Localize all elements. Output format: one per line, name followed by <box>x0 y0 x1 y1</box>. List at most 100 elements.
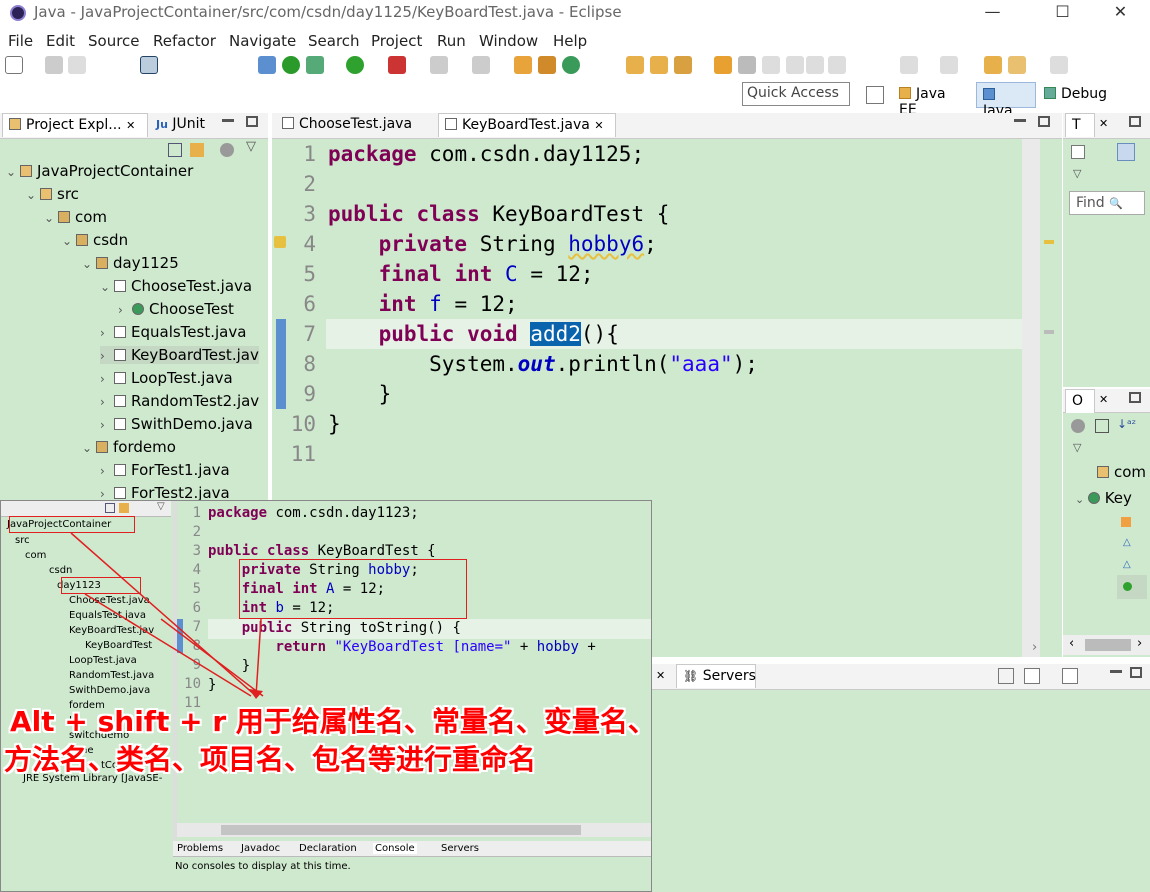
tab-choosetest[interactable]: ChooseTest.java <box>276 113 434 137</box>
tree-item[interactable]: › ForTest1.java <box>100 461 230 479</box>
view-menu-icon[interactable] <box>220 143 234 157</box>
minimize-icon[interactable] <box>222 119 234 122</box>
menu-navigate[interactable]: Navigate <box>229 32 296 50</box>
collapse-all-icon[interactable] <box>168 143 182 157</box>
close-icon[interactable]: ✕ <box>1099 393 1108 406</box>
menu-refactor[interactable]: Refactor <box>153 32 216 50</box>
minimize-button[interactable]: — <box>970 0 1015 28</box>
minimize-icon[interactable] <box>1014 119 1026 122</box>
chevron-right-icon[interactable]: › <box>100 418 114 432</box>
outline-item-package[interactable]: com <box>1097 463 1146 481</box>
tab-junit[interactable]: Ju JUnit <box>150 113 211 137</box>
tree-item[interactable]: › KeyBoardTest.jav <box>100 346 259 364</box>
chevron-right-icon[interactable]: › <box>100 372 114 386</box>
show-whitespace-icon[interactable] <box>806 56 824 74</box>
menu-source[interactable]: Source <box>88 32 140 50</box>
tab-type-hierarchy[interactable]: T <box>1065 113 1095 137</box>
maximize-button[interactable]: ☐ <box>1040 0 1085 28</box>
scroll-thumb[interactable] <box>1085 639 1131 651</box>
new-icon[interactable] <box>5 56 23 74</box>
skip-breakpoints-icon[interactable] <box>258 56 276 74</box>
menu-help[interactable]: Help <box>553 32 587 50</box>
coverage-icon[interactable] <box>388 56 406 74</box>
tree-item[interactable]: ⌄ com <box>44 208 107 226</box>
block-selection-icon[interactable] <box>786 56 804 74</box>
outline-selected-method[interactable] <box>1117 575 1147 599</box>
tree-item[interactable]: › RandomTest2.jav <box>100 392 259 410</box>
scroll-right-icon[interactable]: › <box>1032 640 1037 655</box>
close-icon[interactable]: ✕ <box>594 119 603 132</box>
maximize-icon[interactable] <box>1129 116 1141 127</box>
chevron-down-icon[interactable]: ⌄ <box>100 280 114 294</box>
menu-search[interactable]: Search <box>308 32 360 50</box>
tab-project-explorer[interactable]: Project Expl... ✕ <box>2 113 148 137</box>
new-class-icon[interactable] <box>562 56 580 74</box>
chevron-right-icon[interactable]: › <box>100 349 114 363</box>
chevron-down-icon[interactable]: ▽ <box>1073 441 1081 454</box>
next-annotation-icon[interactable] <box>900 56 918 74</box>
close-icon[interactable]: ✕ <box>656 669 665 682</box>
stop-icon[interactable] <box>430 56 448 74</box>
perspective-debug[interactable]: Debug <box>1038 82 1128 108</box>
tree-item[interactable]: ⌄ fordemo <box>82 438 176 456</box>
open-task-icon[interactable] <box>650 56 668 74</box>
chevron-down-icon[interactable]: ▽ <box>1073 167 1081 180</box>
maximize-icon[interactable] <box>1129 392 1141 403</box>
disconnect-icon[interactable] <box>472 56 490 74</box>
chevron-down-icon[interactable]: ⌄ <box>26 188 40 202</box>
scroll-right-icon[interactable]: › <box>1137 636 1142 651</box>
tree-item[interactable]: › SwithDemo.java <box>100 415 253 433</box>
back-icon[interactable] <box>1008 56 1026 74</box>
run-icon[interactable] <box>346 56 364 74</box>
menu-file[interactable]: File <box>8 32 33 50</box>
tab-keyboardtest[interactable]: KeyBoardTest.java ✕ <box>438 113 616 137</box>
tree-item[interactable]: ⌄ csdn <box>62 231 128 249</box>
close-button[interactable]: ✕ <box>1098 0 1143 28</box>
chevron-right-icon[interactable]: › <box>118 303 132 317</box>
maximize-icon[interactable] <box>1038 116 1050 127</box>
formatting-icon[interactable] <box>828 56 846 74</box>
scroll-left-icon[interactable]: ‹ <box>1069 636 1074 651</box>
terminal-icon[interactable] <box>140 56 158 74</box>
maximize-icon[interactable] <box>246 116 258 127</box>
collapse-all-icon[interactable] <box>1095 419 1109 433</box>
chevron-right-icon[interactable]: › <box>100 395 114 409</box>
resume-icon[interactable] <box>282 56 300 74</box>
focus-icon[interactable] <box>1071 419 1085 433</box>
tree-item[interactable]: ⌄ JavaProjectContainer <box>6 162 193 180</box>
chevron-right-icon[interactable]: › <box>100 326 114 340</box>
categorize-icon[interactable] <box>1117 143 1135 161</box>
new-task-icon[interactable] <box>1071 145 1085 159</box>
tab-outline[interactable]: O <box>1065 389 1095 413</box>
chevron-down-icon[interactable]: ⌄ <box>82 441 96 455</box>
close-icon[interactable]: ✕ <box>1099 117 1108 130</box>
perspective-java-ee[interactable]: Java EE <box>893 82 973 118</box>
chevron-down-icon[interactable]: ▽ <box>246 139 256 154</box>
menu-run[interactable]: Run <box>437 32 466 50</box>
prev-annotation-icon[interactable] <box>940 56 958 74</box>
link-editor-icon[interactable] <box>190 143 204 157</box>
new-package-icon[interactable] <box>538 56 556 74</box>
quick-access-input[interactable]: Quick Access <box>742 82 850 106</box>
pin-icon[interactable] <box>738 56 756 74</box>
vertical-scrollbar[interactable] <box>1022 139 1040 657</box>
chevron-right-icon[interactable]: › <box>100 487 114 501</box>
search-icon[interactable] <box>674 56 692 74</box>
minimize-icon[interactable] <box>1110 670 1122 673</box>
tree-item[interactable]: › ChooseTest <box>118 300 234 318</box>
tree-item[interactable]: ⌄ day1125 <box>82 254 179 272</box>
tree-item[interactable]: ⌄ ChooseTest.java <box>100 277 252 295</box>
annotation-icon[interactable] <box>714 56 732 74</box>
maximize-icon[interactable] <box>1130 667 1142 678</box>
display-console-icon[interactable] <box>1024 668 1040 684</box>
menu-project[interactable]: Project <box>371 32 422 50</box>
save-icon[interactable] <box>45 56 63 74</box>
chevron-down-icon[interactable]: ⌄ <box>82 257 96 271</box>
chevron-down-icon[interactable]: ⌄ <box>6 165 20 179</box>
tree-item[interactable]: ⌄ src <box>26 185 79 203</box>
tree-item[interactable]: › EqualsTest.java <box>100 323 246 341</box>
tab-servers[interactable]: ⛓ Servers <box>676 664 756 688</box>
chevron-down-icon[interactable]: ⌄ <box>62 234 76 248</box>
close-icon[interactable]: ✕ <box>126 119 135 132</box>
save-all-icon[interactable] <box>68 56 86 74</box>
